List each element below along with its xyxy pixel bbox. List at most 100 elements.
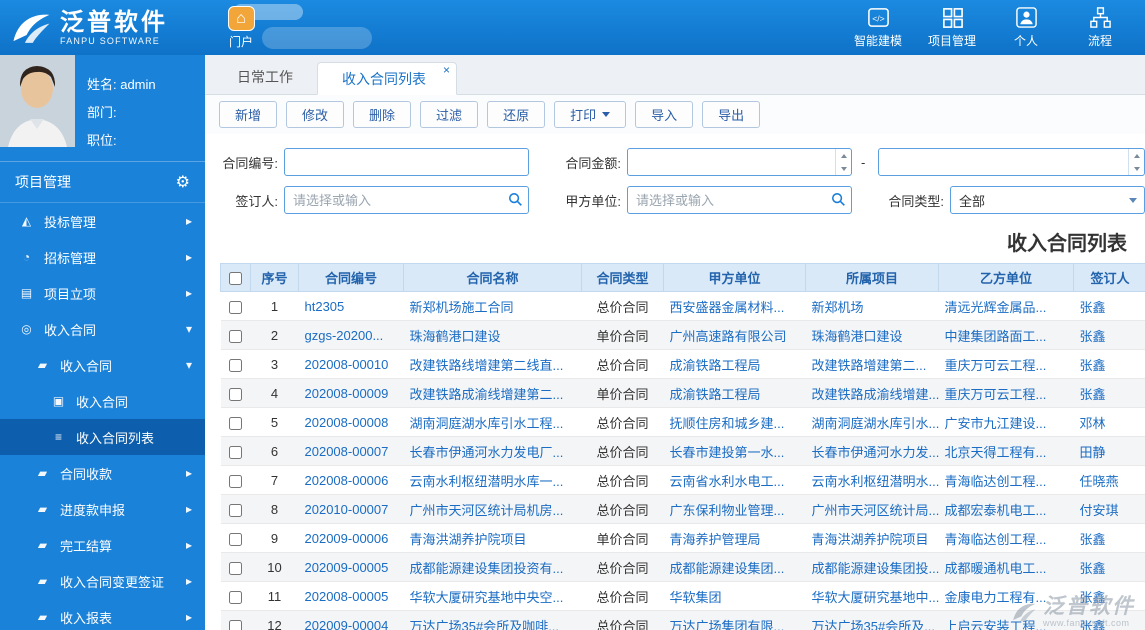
cell-link[interactable]: 广东保利物业管理... xyxy=(670,503,785,518)
gear-icon[interactable]: ⚙ xyxy=(176,172,190,192)
cell-link[interactable]: 成都能源建设集团... xyxy=(670,561,785,576)
cell-link[interactable]: 改建铁路增建第二... xyxy=(812,358,927,373)
cell-link[interactable]: 广州市天河区统计局机房... xyxy=(410,503,564,518)
cell-link[interactable]: 202009-00004 xyxy=(305,618,389,630)
filter-button[interactable]: 过滤 xyxy=(420,101,479,128)
cell-link[interactable]: 张鑫 xyxy=(1080,561,1106,576)
table-row[interactable]: 8 202010-00007 广州市天河区统计局机房... 总价合同 广东保利物业管理.… xyxy=(220,494,1145,524)
cell-link[interactable]: 202008-00009 xyxy=(305,386,389,401)
sidebar-item-contract-receipt[interactable]: ▰ 合同收款 ▸ xyxy=(0,455,205,491)
nav-workflow[interactable]: 流程 xyxy=(1071,6,1129,49)
sidebar-item-income-contract[interactable]: ◎ 收入合同 ▾ xyxy=(0,311,205,347)
cell-link[interactable]: 华软集团 xyxy=(670,590,722,605)
cell-link[interactable]: 张鑫 xyxy=(1080,329,1106,344)
cell-link[interactable]: 云南省水利水电工... xyxy=(670,474,785,489)
cell-link[interactable]: 成渝铁路工程局 xyxy=(670,387,761,402)
restore-button[interactable]: 还原 xyxy=(487,101,546,128)
amount-max-input[interactable] xyxy=(878,148,1145,176)
row-checkbox[interactable] xyxy=(229,358,242,372)
search-icon[interactable] xyxy=(831,192,846,207)
sidebar-section-header[interactable]: 项目管理 ⚙ xyxy=(0,161,205,203)
cell-link[interactable]: 青海临达创工程... xyxy=(945,532,1047,547)
table-row[interactable]: 11 202008-00005 华软大厦研究基地中央空... 总价合同 华软集团 华软大厦… xyxy=(220,581,1145,611)
sidebar-item-income-contract-list[interactable]: ≡ 收入合同列表 xyxy=(0,419,205,455)
cell-link[interactable]: 张鑫 xyxy=(1080,358,1106,373)
cell-link[interactable]: 青海养护管理局 xyxy=(670,532,761,547)
cell-link[interactable]: 202008-00005 xyxy=(305,589,389,604)
cell-link[interactable]: 广州高速路有限公司 xyxy=(670,329,787,344)
cell-link[interactable]: 任晓燕 xyxy=(1080,474,1119,489)
column-header[interactable]: 序号 xyxy=(250,263,299,292)
table-row[interactable]: 5 202008-00008 湖南洞庭湖水库引水工程... 总价合同 抚顺住房和城乡建.… xyxy=(220,407,1145,437)
sidebar-item-project-initiation[interactable]: ▤ 项目立项 ▸ xyxy=(0,275,205,311)
cell-link[interactable]: 202008-00008 xyxy=(305,415,389,430)
row-checkbox[interactable] xyxy=(229,445,242,459)
table-row[interactable]: 6 202008-00007 长春市伊通河水力发电厂... 总价合同 长春市建投第一水.… xyxy=(220,436,1145,466)
spinner-down-icon[interactable] xyxy=(836,162,851,175)
column-header[interactable]: 合同名称 xyxy=(403,263,582,292)
table-row[interactable]: 7 202008-00006 云南水利枢纽潜明水库一... 总价合同 云南省水利水电工.… xyxy=(220,465,1145,495)
nav-personal[interactable]: 个人 xyxy=(997,6,1055,49)
cell-link[interactable]: 华软大厦研究基地中... xyxy=(812,590,939,605)
cell-link[interactable]: 202008-00006 xyxy=(305,473,389,488)
cell-link[interactable]: 改建铁路成渝线增建... xyxy=(812,387,939,402)
sidebar-item-completion-settlement[interactable]: ▰ 完工结算 ▸ xyxy=(0,527,205,563)
column-header[interactable]: 所属项目 xyxy=(805,263,939,292)
row-checkbox[interactable] xyxy=(229,561,242,575)
cell-link[interactable]: 新郑机场施工合同 xyxy=(410,300,514,315)
cell-link[interactable]: 张鑫 xyxy=(1080,300,1106,315)
row-checkbox[interactable] xyxy=(229,503,242,517)
column-header[interactable]: 合同编号 xyxy=(298,263,404,292)
cell-link[interactable]: 成渝铁路工程局 xyxy=(670,358,761,373)
cell-link[interactable]: 新郑机场 xyxy=(812,300,864,315)
cell-link[interactable]: 成都暖通机电工... xyxy=(945,561,1047,576)
sidebar-item-income-contract-group[interactable]: ▰ 收入合同 ▾ xyxy=(0,347,205,383)
cell-link[interactable]: 改建铁路成渝线增建第二... xyxy=(410,387,564,402)
cell-link[interactable]: 长春市伊通河水力发... xyxy=(812,445,939,460)
table-row[interactable]: 2 gzgs-20200... 珠海鹤港口建设 单价合同 广州高速路有限公司 珠海鹤港口建… xyxy=(220,320,1145,350)
cell-link[interactable]: 长春市伊通河水力发电厂... xyxy=(410,445,564,460)
cell-link[interactable]: 202010-00007 xyxy=(305,502,389,517)
table-row[interactable]: 10 202009-00005 成都能源建设集团投资有... 总价合同 成都能源建设集团… xyxy=(220,552,1145,582)
cell-link[interactable]: 张鑫 xyxy=(1080,532,1106,547)
cell-link[interactable]: 云南水利枢纽潜明水库一... xyxy=(410,474,564,489)
cell-link[interactable]: 张鑫 xyxy=(1080,619,1106,630)
delete-button[interactable]: 删除 xyxy=(353,101,412,128)
cell-link[interactable]: 湖南洞庭湖水库引水工程... xyxy=(410,416,564,431)
cell-link[interactable]: 邓林 xyxy=(1080,416,1106,431)
row-checkbox[interactable] xyxy=(229,619,242,630)
search-icon[interactable] xyxy=(508,192,523,207)
tab-income-contract-list[interactable]: 收入合同列表 × xyxy=(317,62,457,95)
cell-link[interactable]: 华软大厦研究基地中央空... xyxy=(410,590,564,605)
export-button[interactable]: 导出 xyxy=(702,101,761,128)
cell-link[interactable]: 张鑫 xyxy=(1080,387,1106,402)
table-row[interactable]: 9 202009-00006 青海洪湖养护院项目 单价合同 青海养护管理局 青海洪湖养护院… xyxy=(220,523,1145,553)
select-all-checkbox[interactable] xyxy=(229,272,242,286)
cell-link[interactable]: 田静 xyxy=(1080,445,1106,460)
cell-link[interactable]: 万达广场集团有限... xyxy=(670,619,785,630)
table-row[interactable]: 1 ht2305 新郑机场施工合同 总价合同 西安盛器金属材料... 新郑机场 清远光辉金属… xyxy=(220,291,1145,321)
column-header[interactable]: 签订人 xyxy=(1073,263,1145,292)
cell-link[interactable]: 云南水利枢纽潜明水... xyxy=(812,474,939,489)
add-button[interactable]: 新增 xyxy=(219,101,278,128)
cell-link[interactable]: 广安市九江建设... xyxy=(945,416,1047,431)
edit-button[interactable]: 修改 xyxy=(286,101,345,128)
cell-link[interactable]: 长春市建投第一水... xyxy=(670,445,785,460)
row-checkbox[interactable] xyxy=(229,532,242,546)
import-button[interactable]: 导入 xyxy=(635,101,694,128)
tab-daily-work[interactable]: 日常工作 xyxy=(213,61,317,94)
sidebar-item-income-contract-form[interactable]: ▣ 收入合同 xyxy=(0,383,205,419)
cell-link[interactable]: 抚顺住房和城乡建... xyxy=(670,416,785,431)
cell-link[interactable]: 青海洪湖养护院项目 xyxy=(410,532,527,547)
table-row[interactable]: 12 202009-00004 万达广场35#会所及咖啡... 总价合同 万达广场集团有… xyxy=(220,610,1145,630)
table-row[interactable]: 3 202008-00010 改建铁路线增建第二线直... 总价合同 成渝铁路工程局 改建… xyxy=(220,349,1145,379)
cell-link[interactable]: 万达广场35#会所及咖啡... xyxy=(410,619,560,630)
cell-link[interactable]: 付安琪 xyxy=(1080,503,1119,518)
cell-link[interactable]: 上启云安装工程... xyxy=(945,619,1047,630)
cell-link[interactable]: 北京天得工程有... xyxy=(945,445,1047,460)
cell-link[interactable]: 青海临达创工程... xyxy=(945,474,1047,489)
row-checkbox[interactable] xyxy=(229,416,242,430)
cell-link[interactable]: 珠海鹤港口建设 xyxy=(410,329,501,344)
column-header[interactable]: 甲方单位 xyxy=(663,263,806,292)
party-a-input[interactable] xyxy=(627,186,852,214)
